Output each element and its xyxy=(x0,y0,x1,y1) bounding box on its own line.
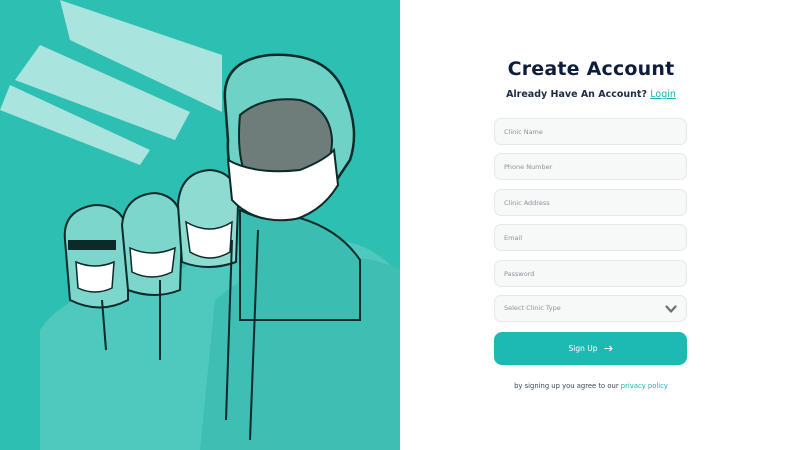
clinic-type-placeholder: Select Clinic Type xyxy=(504,304,561,312)
signup-button[interactable]: Sign Up xyxy=(494,332,687,365)
login-prompt-text: Already Have An Account? xyxy=(506,89,647,100)
signup-button-label: Sign Up xyxy=(568,344,598,353)
chevron-down-icon xyxy=(665,305,677,313)
phone-number-input[interactable] xyxy=(494,153,687,180)
medical-staff-illustration xyxy=(0,0,400,450)
terms-text: by signing up you agree to our xyxy=(514,382,619,390)
illustration-panel xyxy=(0,0,400,450)
login-prompt: Already Have An Account? Login xyxy=(400,89,782,100)
signup-panel: Create Account Already Have An Account? … xyxy=(400,0,800,450)
clinic-address-input[interactable] xyxy=(494,189,687,216)
clinic-name-input[interactable] xyxy=(494,118,687,145)
privacy-policy-link[interactable]: privacy policy xyxy=(621,382,668,390)
password-input[interactable] xyxy=(494,260,687,287)
email-input[interactable] xyxy=(494,224,687,251)
login-link[interactable]: Login xyxy=(650,89,676,100)
clinic-type-select[interactable]: Select Clinic Type xyxy=(494,295,687,322)
terms-notice: by signing up you agree to our privacy p… xyxy=(400,382,782,390)
arrow-right-icon xyxy=(604,345,613,352)
page-title: Create Account xyxy=(507,58,675,80)
